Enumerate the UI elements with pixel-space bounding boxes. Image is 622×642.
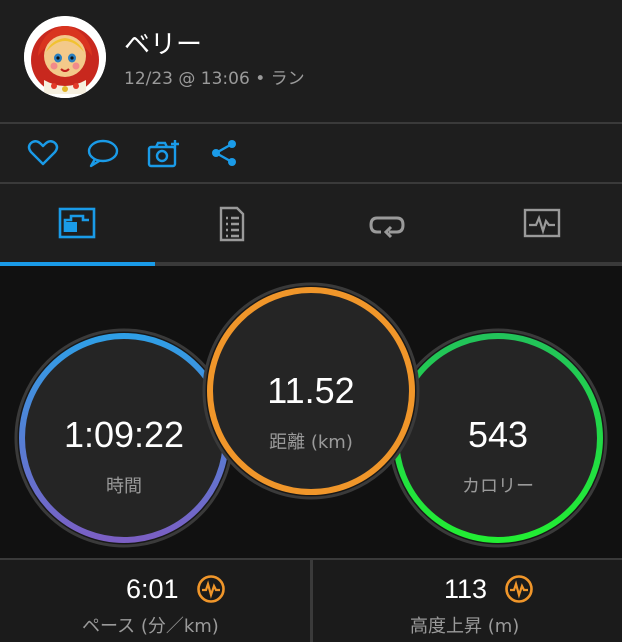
laps-icon: [369, 216, 405, 239]
details-icon: [219, 206, 245, 242]
pace-value: 6:01: [126, 574, 179, 604]
distance-value: 11.52: [267, 370, 355, 411]
tab-overview[interactable]: [0, 184, 155, 264]
stats-area: 1:09:22 時間 543 カロリー 11.52 距離 (km): [0, 266, 622, 558]
comment-button[interactable]: [86, 138, 120, 168]
add-photo-button[interactable]: [147, 138, 181, 168]
add-photo-icon: [147, 140, 179, 168]
gauge-icon: [197, 575, 225, 603]
heart-icon: [27, 140, 59, 166]
social-actions-bar: [0, 124, 622, 184]
elevation-value: 113: [444, 574, 488, 604]
tab-laps[interactable]: [310, 184, 465, 264]
pace-gauge-button[interactable]: [196, 574, 226, 604]
activity-datetime-type: 12/23 @ 13:06 • ラン: [124, 69, 305, 89]
pace-label: ペース (分／km): [82, 616, 219, 637]
user-name[interactable]: ベリー: [124, 24, 202, 61]
comment-icon: [87, 139, 119, 168]
tab-charts[interactable]: [465, 184, 620, 264]
like-button[interactable]: [26, 138, 60, 168]
overview-icon: [58, 207, 96, 239]
calories-stat[interactable]: 543 カロリー: [388, 328, 608, 548]
gauge-icon: [505, 575, 533, 603]
elevation-label: 高度上昇 (m): [410, 616, 520, 637]
share-button[interactable]: [208, 138, 242, 168]
distance-label: 距離 (km): [269, 432, 353, 453]
time-label: 時間: [106, 476, 142, 497]
elevation-gauge-button[interactable]: [504, 574, 534, 604]
secondary-stats-bar: 6:01 ペース (分／km) 113 高度上昇 (m): [0, 558, 622, 642]
calories-value: 543: [467, 414, 529, 455]
bottom-divider: [310, 560, 313, 642]
distance-stat[interactable]: 11.52 距離 (km): [202, 282, 420, 500]
matryoshka-avatar-image: [24, 16, 106, 98]
charts-icon: [523, 208, 561, 238]
time-value: 1:09:22: [63, 414, 185, 455]
avatar[interactable]: [24, 16, 106, 98]
time-stat[interactable]: 1:09:22 時間: [14, 328, 234, 548]
share-icon: [212, 140, 236, 166]
tab-details[interactable]: [155, 184, 310, 264]
activity-tabs: [0, 184, 622, 264]
calories-label: カロリー: [462, 476, 534, 497]
activity-header: ベリー 12/23 @ 13:06 • ラン: [0, 0, 622, 124]
